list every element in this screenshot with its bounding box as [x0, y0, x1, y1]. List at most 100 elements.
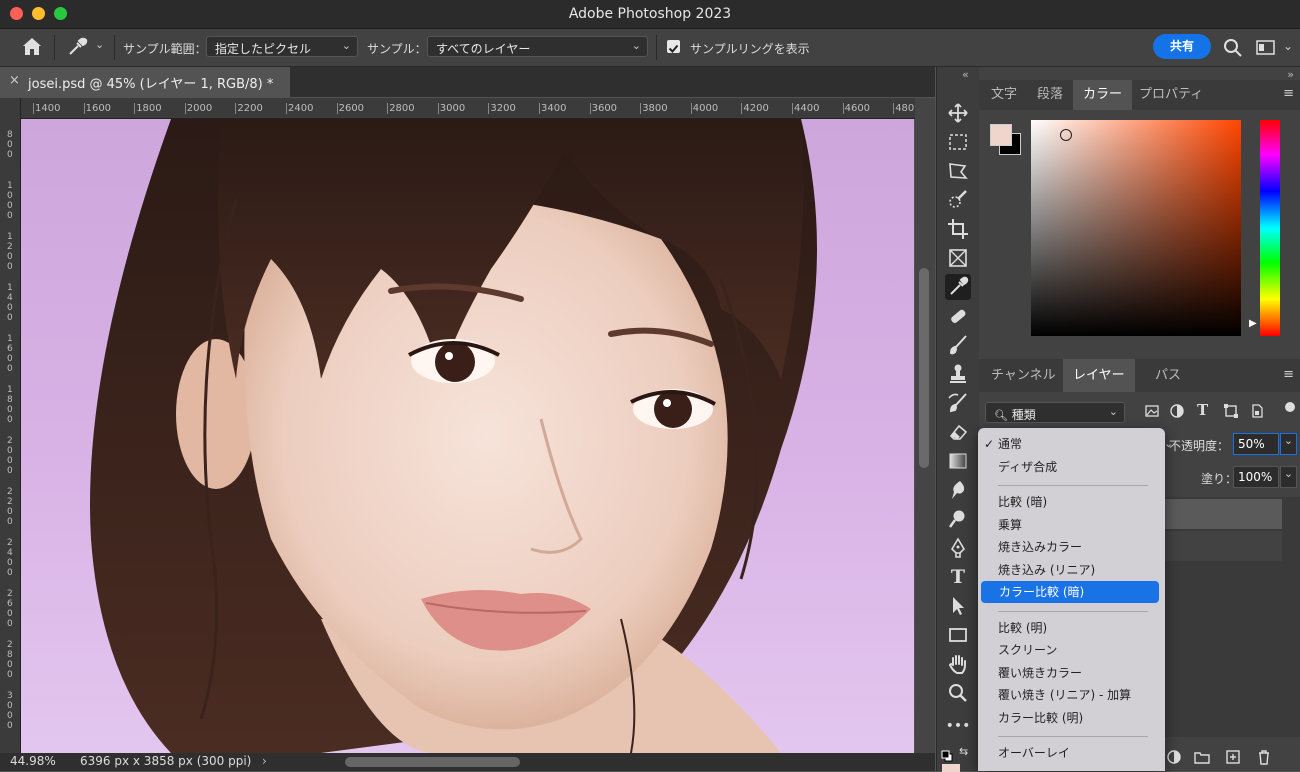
arrow-icon	[953, 597, 964, 615]
blend-menu-item[interactable]: 通常 ✓	[984, 434, 1022, 454]
ellipsis-icon: •••	[945, 718, 971, 734]
history-brush-icon	[948, 393, 967, 413]
foreground-color-swatch[interactable]	[990, 124, 1012, 146]
eyedropper-tool[interactable]	[945, 274, 971, 300]
filter-pixel-layer-button[interactable]	[1144, 403, 1160, 419]
panel-menu-icon[interactable]: ≡	[1283, 367, 1294, 382]
tab-paragraph[interactable]: 段落	[1027, 80, 1073, 110]
horizontal-ruler[interactable]: 1400 1600 1800 2000 2200 2400 2600 2800 3000 3200…	[20, 98, 915, 119]
tab-layers[interactable]: レイヤー	[1063, 359, 1135, 392]
layer-row[interactable]	[1165, 531, 1282, 561]
sample-size-dropdown[interactable]: 指定したピクセル ⌄	[206, 36, 358, 57]
filter-type-layer-icon[interactable]: T	[1197, 401, 1208, 419]
blend-menu-item[interactable]: オーバーレイ	[998, 743, 1070, 763]
opacity-slider-toggle[interactable]: ⌄	[1280, 433, 1297, 455]
ruler-tick-label: 3000	[7, 691, 13, 731]
new-layer-button[interactable]	[1224, 748, 1242, 766]
gradient-tool[interactable]	[945, 448, 971, 474]
filter-adjustment-layer-button[interactable]	[1169, 403, 1185, 419]
status-bar: 44.98% 6396 px x 3858 px (300 ppi) ›	[0, 753, 935, 771]
blend-mode-chevron-icon[interactable]: ⌄	[1164, 437, 1173, 450]
show-ring-checkbox[interactable]	[667, 40, 680, 53]
history-brush-tool[interactable]	[945, 390, 971, 416]
search-icon	[1224, 39, 1242, 57]
close-tab-icon[interactable]: ×	[9, 73, 20, 88]
new-group-button[interactable]	[1193, 748, 1211, 766]
eyedropper-tool-preset[interactable]: ⌄	[66, 36, 106, 58]
blend-menu-item[interactable]: 焼き込みカラー	[998, 537, 1082, 557]
layer-filter-dropdown[interactable]: 🔍︎ 種類 ⌄	[985, 402, 1125, 423]
blend-menu-highlighted-item[interactable]: カラー比較 (暗)	[981, 581, 1159, 603]
ruler-tick-label: 2800	[7, 640, 13, 680]
rectangle-tool[interactable]	[945, 622, 971, 648]
dodge-tool[interactable]	[945, 506, 971, 532]
frame-tool[interactable]	[945, 245, 971, 271]
document-canvas[interactable]	[21, 119, 914, 753]
brush-tool[interactable]	[945, 332, 971, 358]
blend-menu-item[interactable]: 覆い焼き (リニア) - 加算	[998, 685, 1131, 705]
blend-menu-item[interactable]: 焼き込み (リニア)	[998, 560, 1095, 580]
horizontal-scroll-thumb[interactable]	[345, 757, 520, 767]
panel-menu-icon[interactable]: ≡	[1283, 86, 1294, 101]
blend-menu-item[interactable]: 比較 (明)	[998, 618, 1047, 638]
eraser-icon	[949, 424, 968, 440]
tab-properties[interactable]: プロパティ	[1129, 80, 1213, 110]
blend-menu-item[interactable]: カラー比較 (明)	[998, 708, 1083, 728]
tab-color[interactable]: カラー	[1073, 80, 1133, 110]
image-icon	[1145, 405, 1159, 417]
fill-input[interactable]: 100%	[1233, 466, 1279, 488]
chevron-down-icon[interactable]: ⌄	[1283, 39, 1293, 53]
blend-menu-item[interactable]: ディザ合成	[998, 457, 1057, 477]
sample-size-value: 指定したピクセル	[215, 42, 312, 56]
vertical-scrollbar[interactable]	[915, 98, 935, 753]
filter-shape-layer-button[interactable]	[1223, 403, 1239, 419]
opacity-input[interactable]: 50%	[1233, 433, 1279, 455]
pen-tool[interactable]	[945, 535, 971, 561]
eraser-tool[interactable]	[945, 419, 971, 445]
blend-menu-item[interactable]: 乗算	[998, 515, 1022, 535]
move-tool[interactable]	[945, 100, 971, 126]
zoom-level[interactable]: 44.98%	[10, 754, 56, 768]
search-button[interactable]	[1222, 37, 1244, 59]
adjustment-layer-button[interactable]	[1165, 748, 1183, 766]
healing-brush-tool[interactable]	[945, 303, 971, 329]
filter-smart-object-button[interactable]	[1249, 403, 1265, 419]
blur-tool[interactable]	[945, 477, 971, 503]
zoom-tool[interactable]	[945, 680, 971, 706]
blend-menu-item[interactable]: 覆い焼きカラー	[998, 663, 1082, 683]
marquee-tool[interactable]	[945, 129, 971, 155]
color-picker-ring[interactable]	[1060, 129, 1072, 141]
document-info[interactable]: 6396 px x 3858 px (300 ppi)	[80, 754, 251, 768]
fill-slider-toggle[interactable]: ⌄	[1280, 466, 1297, 488]
hand-tool[interactable]	[945, 651, 971, 677]
layer-row-selected[interactable]	[1165, 499, 1282, 529]
vertical-ruler[interactable]: 800 1000 1200 1400 1600 1800 2000 2200 2400 2600 2…	[0, 98, 21, 753]
document-tab[interactable]: × josei.psd @ 45% (レイヤー 1, RGB/8) *	[0, 67, 290, 97]
workspace-button[interactable]	[1255, 38, 1277, 58]
share-button[interactable]: 共有	[1153, 34, 1211, 59]
collapse-icon[interactable]: «	[962, 68, 969, 81]
filter-toggle-icon[interactable]	[1285, 402, 1295, 412]
crop-tool[interactable]	[945, 216, 971, 242]
quick-selection-tool[interactable]	[945, 187, 971, 213]
hue-slider[interactable]	[1260, 120, 1280, 336]
vertical-scroll-thumb[interactable]	[919, 268, 929, 468]
hue-slider-marker-icon[interactable]: ▶	[1249, 318, 1257, 329]
tab-paths[interactable]: パス	[1145, 359, 1191, 392]
type-tool[interactable]: T	[945, 564, 971, 590]
sample-dropdown[interactable]: すべてのレイヤー ⌄	[427, 36, 648, 57]
delete-layer-button[interactable]	[1255, 748, 1273, 766]
swap-colors-icon[interactable]: ⇆	[959, 745, 968, 758]
tab-channels[interactable]: チャンネル	[981, 359, 1066, 392]
default-colors-icon[interactable]	[941, 747, 953, 762]
path-selection-tool[interactable]	[945, 593, 971, 619]
lasso-tool[interactable]	[945, 158, 971, 184]
home-button[interactable]	[20, 35, 44, 59]
blend-menu-item[interactable]: スクリーン	[998, 640, 1057, 660]
tab-character[interactable]: 文字	[981, 80, 1027, 110]
chevron-right-icon[interactable]: ›	[262, 754, 267, 768]
color-field[interactable]	[1031, 120, 1241, 336]
clone-stamp-tool[interactable]	[945, 361, 971, 387]
blend-menu-item[interactable]: 比較 (暗)	[998, 492, 1047, 512]
more-tools-button[interactable]: •••	[945, 713, 971, 739]
